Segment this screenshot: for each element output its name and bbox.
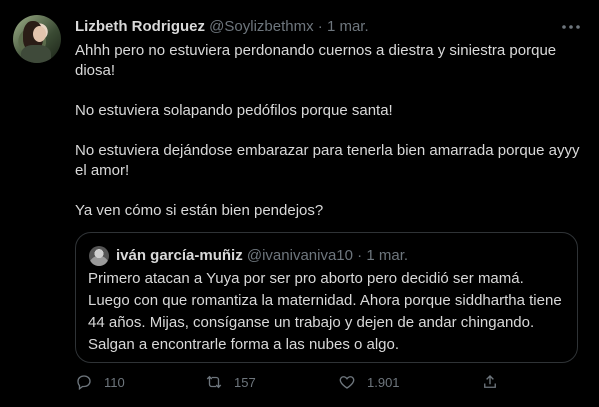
tweet-paragraph: No estuviera solapando pedófilos porque … [75, 102, 393, 119]
author-handle[interactable]: @Soylizbethmx [209, 18, 313, 35]
quoted-tweet[interactable]: iván garcía-muñiz @ivanivaniva10 · 1 mar… [75, 232, 578, 363]
share-button[interactable] [481, 373, 499, 391]
author-name[interactable]: Lizbeth Rodriguez [75, 18, 205, 35]
quoted-separator: · [357, 247, 363, 264]
tweet-paragraph: No estuviera dejándose embarazar para te… [75, 142, 580, 179]
like-icon [339, 376, 355, 389]
tweet-paragraph: Ahhh pero no estuviera perdonando cuerno… [75, 42, 557, 79]
like-count: 1.901 [367, 374, 400, 390]
reply-count: 110 [104, 374, 125, 390]
tweet-text: Ahhh pero no estuviera perdonando cuerno… [75, 41, 580, 221]
quoted-author-avatar [89, 246, 109, 266]
action-bar: 110 157 1.901 [75, 373, 595, 393]
reply-button[interactable]: 110 [75, 373, 125, 391]
quoted-author-name: iván garcía-muñiz [116, 247, 243, 264]
reply-icon [77, 375, 91, 391]
retweet-icon [206, 375, 222, 389]
author-avatar[interactable] [13, 15, 61, 63]
quoted-author-handle: @ivanivaniva10 [246, 247, 353, 264]
quoted-date: 1 mar. [366, 247, 409, 264]
more-icon[interactable] [560, 17, 582, 37]
quoted-tweet-text: Primero atacan a Yuya por ser pro aborto… [88, 270, 562, 353]
share-icon [484, 375, 496, 388]
like-button[interactable]: 1.901 [338, 373, 400, 391]
quoted-tweet-header: iván garcía-muñiz @ivanivaniva10 · 1 mar… [116, 246, 408, 266]
tweet-header: Lizbeth Rodriguez @Soylizbethmx · 1 mar. [75, 17, 369, 37]
retweet-button[interactable]: 157 [205, 373, 256, 391]
retweet-count: 157 [234, 374, 256, 390]
tweet-date[interactable]: 1 mar. [327, 18, 369, 35]
tweet-paragraph: Ya ven cómo si están bien pendejos? [75, 202, 324, 219]
header-separator: · [317, 18, 323, 35]
